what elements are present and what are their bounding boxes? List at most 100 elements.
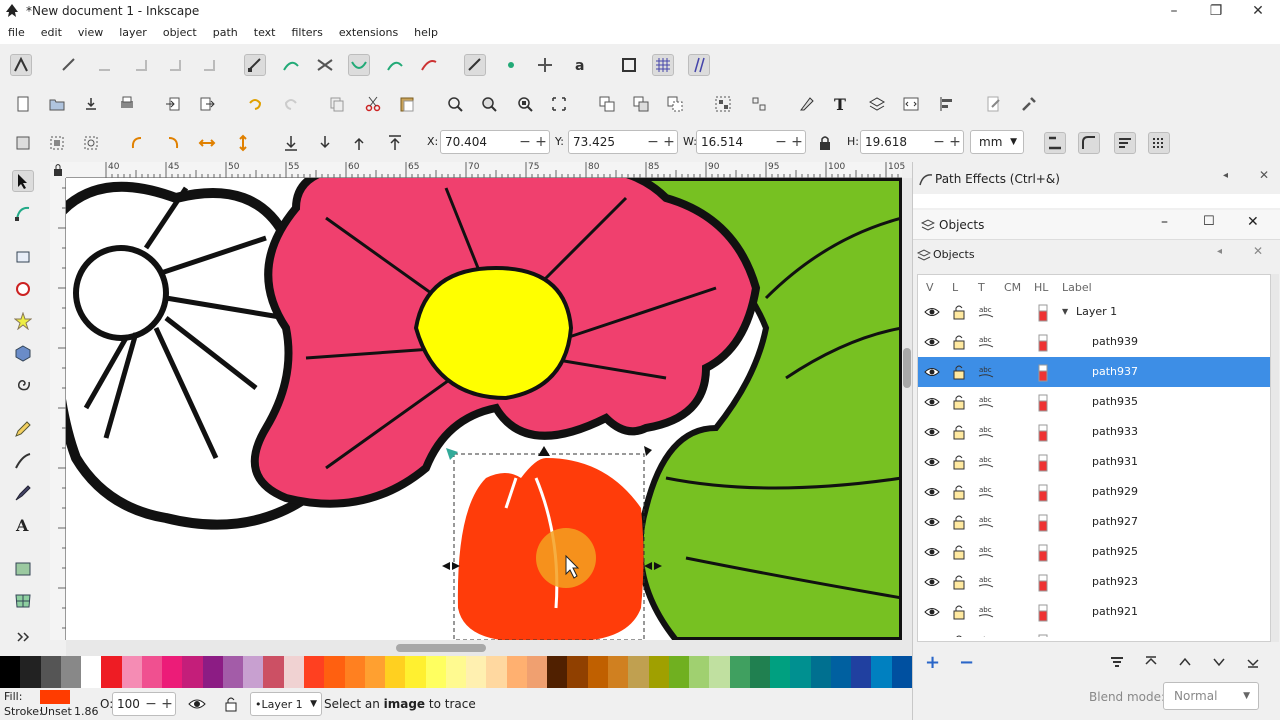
document-properties-icon[interactable] bbox=[982, 93, 1004, 115]
current-layer-select[interactable]: •Layer 1 ▼ bbox=[250, 692, 322, 716]
new-document-icon[interactable] bbox=[12, 93, 34, 115]
more-tools-icon[interactable] bbox=[12, 626, 34, 648]
text-font-icon[interactable]: T bbox=[830, 93, 852, 115]
menu-help[interactable]: help bbox=[406, 24, 446, 42]
spiral-tool-icon[interactable] bbox=[12, 374, 34, 396]
menu-layer[interactable]: layer bbox=[111, 24, 155, 42]
lock-icon[interactable] bbox=[952, 424, 968, 440]
expander-icon[interactable]: ▼ bbox=[1062, 307, 1068, 316]
object-row[interactable]: abc path933 bbox=[918, 417, 1270, 447]
menu-text[interactable]: text bbox=[246, 24, 284, 42]
visibility-eye-icon[interactable] bbox=[924, 604, 940, 620]
group-icon[interactable] bbox=[712, 93, 734, 115]
ellipse-tool-icon[interactable] bbox=[12, 278, 34, 300]
export-icon[interactable] bbox=[196, 93, 218, 115]
flip-vertical-icon[interactable] bbox=[232, 132, 254, 154]
w-field[interactable]: W: 16.514 − + bbox=[683, 130, 806, 154]
y-field[interactable]: Y: 73.425 − + bbox=[555, 130, 678, 154]
object-row[interactable]: abc path919 bbox=[918, 627, 1270, 637]
palette-swatch[interactable] bbox=[668, 656, 690, 688]
gradient-tool-icon[interactable] bbox=[12, 558, 34, 580]
visibility-eye-icon[interactable] bbox=[924, 304, 940, 320]
close-button[interactable]: ✕ bbox=[1236, 0, 1280, 24]
palette-swatch[interactable] bbox=[891, 656, 912, 688]
palette-swatch[interactable] bbox=[648, 656, 669, 688]
lock-icon[interactable] bbox=[952, 394, 968, 410]
palette-swatch[interactable] bbox=[263, 656, 284, 688]
snap-cusp-icon[interactable] bbox=[348, 54, 370, 76]
visibility-eye-icon[interactable] bbox=[924, 634, 940, 637]
palette-swatch[interactable] bbox=[830, 656, 852, 688]
tab-close-icon[interactable]: ✕ bbox=[1253, 244, 1263, 258]
palette-swatch[interactable] bbox=[628, 656, 649, 688]
palette-swatch[interactable] bbox=[60, 656, 82, 688]
snap-bbox-corner-icon[interactable] bbox=[130, 54, 152, 76]
palette-swatch[interactable] bbox=[101, 656, 122, 688]
column-hl[interactable]: HL bbox=[1034, 281, 1048, 294]
palette-swatch[interactable] bbox=[466, 656, 487, 688]
visibility-eye-icon[interactable] bbox=[924, 394, 940, 410]
highlight-color-icon[interactable] bbox=[1038, 304, 1054, 322]
object-row[interactable]: abc path939 bbox=[918, 327, 1270, 357]
pen-tool-icon[interactable] bbox=[12, 450, 34, 472]
palette-swatch[interactable] bbox=[141, 656, 163, 688]
highlight-color-icon[interactable] bbox=[1038, 424, 1054, 442]
selector-tool-icon[interactable] bbox=[12, 170, 34, 192]
lower-icon[interactable] bbox=[314, 132, 336, 154]
palette-swatch[interactable] bbox=[790, 656, 811, 688]
minus-icon[interactable]: − bbox=[931, 134, 947, 150]
minus-icon[interactable]: − bbox=[645, 134, 661, 150]
node-tool-icon[interactable] bbox=[12, 202, 34, 224]
snap-guide-icon[interactable] bbox=[688, 54, 710, 76]
palette-swatch[interactable] bbox=[0, 656, 21, 688]
panel-close-button[interactable]: ✕ bbox=[1247, 214, 1259, 230]
palette-swatch[interactable] bbox=[283, 656, 304, 688]
lock-icon[interactable] bbox=[952, 604, 968, 620]
ruler-corner-lock-icon[interactable] bbox=[50, 162, 66, 178]
lock-icon[interactable] bbox=[952, 514, 968, 530]
add-object-button[interactable]: + bbox=[925, 652, 940, 673]
lock-icon[interactable] bbox=[952, 484, 968, 500]
highlight-color-icon[interactable] bbox=[1038, 544, 1054, 562]
lock-icon[interactable] bbox=[952, 334, 968, 350]
highlight-color-icon[interactable] bbox=[1038, 634, 1054, 637]
color-palette[interactable] bbox=[0, 656, 912, 688]
ungroup-icon[interactable] bbox=[748, 93, 770, 115]
palette-swatch[interactable] bbox=[162, 656, 183, 688]
duplicate-icon[interactable] bbox=[596, 93, 618, 115]
object-row[interactable]: abc path923 bbox=[918, 567, 1270, 597]
highlight-color-icon[interactable] bbox=[1038, 604, 1054, 622]
object-row-selected[interactable]: abc path937 bbox=[918, 357, 1270, 387]
snap-bbox-center-icon[interactable] bbox=[198, 54, 220, 76]
palette-swatch[interactable] bbox=[486, 656, 507, 688]
highlight-color-icon[interactable] bbox=[1038, 364, 1054, 382]
palette-swatch[interactable] bbox=[547, 656, 568, 688]
remove-object-button[interactable]: − bbox=[959, 652, 974, 673]
palette-swatch[interactable] bbox=[364, 656, 386, 688]
palette-swatch[interactable] bbox=[202, 656, 223, 688]
horizontal-scrollbar[interactable] bbox=[66, 640, 902, 656]
snap-path-intersection-icon[interactable] bbox=[314, 54, 336, 76]
palette-swatch[interactable] bbox=[810, 656, 831, 688]
select-all-icon[interactable] bbox=[12, 132, 34, 154]
snap-center-icon[interactable] bbox=[500, 54, 522, 76]
select-all-layers-icon[interactable] bbox=[46, 132, 68, 154]
palette-swatch[interactable] bbox=[871, 656, 892, 688]
snap-bbox-mid-icon[interactable] bbox=[164, 54, 186, 76]
minus-icon[interactable]: − bbox=[143, 696, 159, 712]
highlight-color-icon[interactable] bbox=[1038, 484, 1054, 502]
palette-swatch[interactable] bbox=[405, 656, 426, 688]
lock-icon[interactable] bbox=[952, 304, 968, 320]
object-row[interactable]: abc path929 bbox=[918, 477, 1270, 507]
palette-swatch[interactable] bbox=[506, 656, 527, 688]
visibility-eye-icon[interactable] bbox=[924, 424, 940, 440]
snap-others-icon[interactable] bbox=[464, 54, 486, 76]
raise-icon[interactable] bbox=[348, 132, 370, 154]
vertical-scrollbar[interactable] bbox=[902, 178, 912, 656]
redo-icon[interactable] bbox=[280, 93, 302, 115]
menu-edit[interactable]: edit bbox=[33, 24, 70, 42]
snap-nodes-icon[interactable] bbox=[244, 54, 266, 76]
plus-icon[interactable]: + bbox=[789, 134, 805, 150]
undo-icon[interactable] bbox=[244, 93, 266, 115]
lock-icon[interactable] bbox=[952, 634, 968, 637]
